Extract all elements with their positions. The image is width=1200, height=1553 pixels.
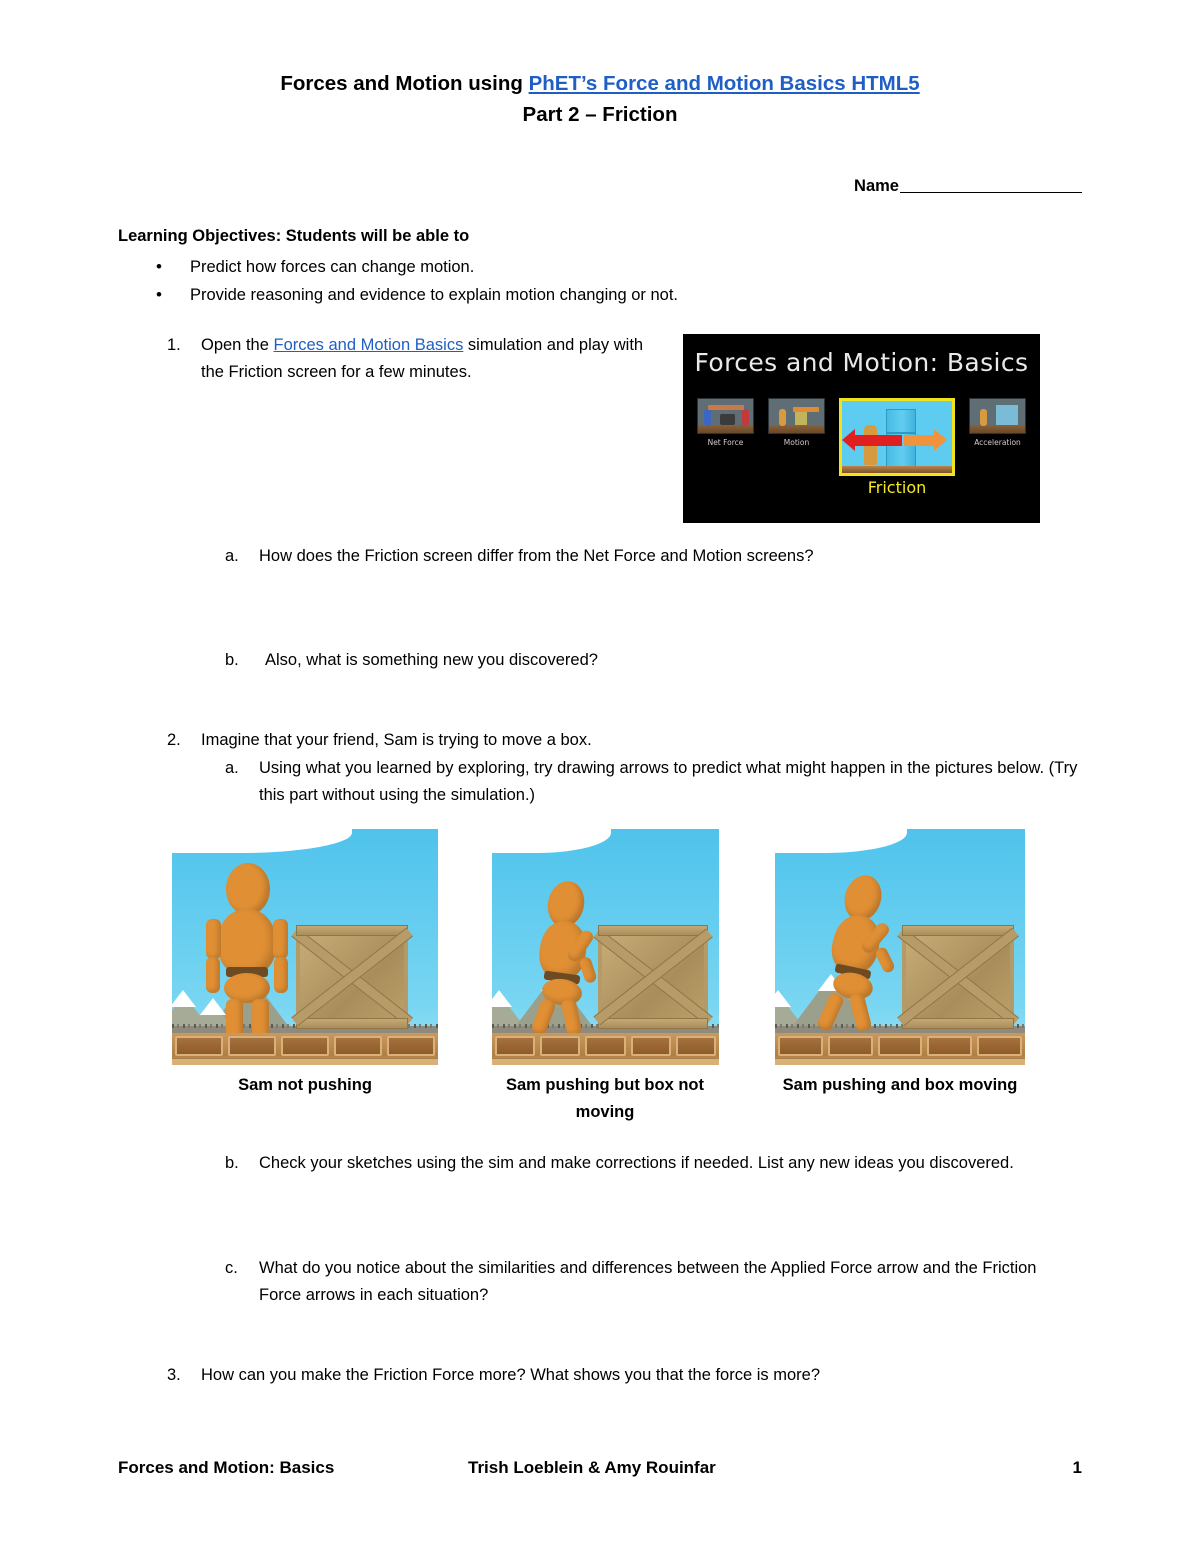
question-marker: b. <box>225 1154 239 1172</box>
scene-caption: Sam not pushing <box>238 1076 372 1094</box>
acceleration-thumb-icon <box>969 398 1026 434</box>
learning-objectives-list: • Predict how forces can change motion. … <box>118 253 1018 309</box>
name-label: Name <box>854 177 899 195</box>
mannequin-figure <box>526 877 610 1037</box>
objective-text: Predict how forces can change motion. <box>190 258 475 276</box>
question-text: How can you make the Friction Force more… <box>201 1366 821 1384</box>
motion-thumb-icon <box>768 398 825 434</box>
screen-icon-acceleration[interactable]: Acceleration <box>969 398 1026 447</box>
question-3: 3. How can you make the Friction Force m… <box>167 1362 1047 1389</box>
crate-object <box>296 925 408 1029</box>
scene-image-sam-pushing-box-not-moving <box>492 829 719 1065</box>
bullet-glyph: • <box>156 285 162 304</box>
question-marker: b. <box>225 651 239 669</box>
question-2c: c. What do you notice about the similari… <box>225 1255 1075 1309</box>
bullet-glyph: • <box>156 257 162 276</box>
learning-objectives-heading: Learning Objectives: Students will be ab… <box>118 227 470 245</box>
question-1a: a. How does the Friction screen differ f… <box>225 543 985 570</box>
phet-thumbnail-title: Forces and Motion: Basics <box>694 348 1029 377</box>
question-2: 2. Imagine that your friend, Sam is tryi… <box>167 727 1067 754</box>
phet-html5-link[interactable]: PhET’s Force and Motion Basics HTML5 <box>529 72 920 95</box>
footer-sim-name: Forces and Motion: Basics <box>118 1458 335 1477</box>
screen-label: Motion <box>783 438 810 447</box>
question-text: What do you notice about the similaritie… <box>259 1259 1037 1304</box>
title-subtitle: Part 2 – Friction <box>522 103 678 126</box>
question-2b: b. Check your sketches using the sim and… <box>225 1150 1065 1177</box>
crate-object <box>902 925 1014 1029</box>
footer-page-number: 1 <box>1072 1458 1082 1477</box>
forces-and-motion-basics-link[interactable]: Forces and Motion Basics <box>273 336 463 354</box>
screen-icon-net-force[interactable]: Net Force <box>697 398 754 447</box>
question-text: How does the Friction screen differ from… <box>259 547 814 565</box>
question-text: Using what you learned by exploring, try… <box>259 759 1078 804</box>
list-item: • Predict how forces can change motion. <box>118 253 1018 281</box>
list-item: • Provide reasoning and evidence to expl… <box>118 281 1018 309</box>
screen-label: Acceleration <box>974 438 1021 447</box>
scene-image-sam-pushing-box-moving <box>775 829 1025 1065</box>
document-page: Forces and Motion using PhET’s Force and… <box>0 0 1200 1553</box>
phet-simulation-thumbnail[interactable]: Forces and Motion: Basics Net Force Moti… <box>683 334 1040 523</box>
question-marker: 3. <box>167 1366 181 1384</box>
crate-object <box>598 925 708 1029</box>
scene-caption: Sam pushing but box not moving <box>506 1076 704 1121</box>
objective-text: Provide reasoning and evidence to explai… <box>190 286 678 304</box>
question-marker: 2. <box>167 731 181 749</box>
question-text: Open the Forces and Motion Basics simula… <box>201 332 647 386</box>
phet-screen-icon-row: Net Force Motion Friction Acceleration <box>697 398 1026 497</box>
scene-caption: Sam pushing and box moving <box>782 1076 1018 1094</box>
q1-text-before: Open the <box>201 336 274 354</box>
question-marker: 1. <box>167 336 181 354</box>
document-title: Forces and Motion using PhET’s Force and… <box>118 68 1082 130</box>
question-marker: c. <box>225 1259 238 1277</box>
name-input-line[interactable] <box>900 192 1082 193</box>
question-marker: a. <box>225 547 239 565</box>
title-prefix: Forces and Motion using <box>280 72 529 95</box>
screen-label: Friction <box>867 478 927 497</box>
mannequin-figure <box>200 863 290 1049</box>
screen-label: Net Force <box>707 438 744 447</box>
question-1b: b. Also, what is something new you disco… <box>225 647 985 674</box>
question-marker: a. <box>225 759 239 777</box>
question-text: Also, what is something new you discover… <box>265 651 598 669</box>
screen-icon-friction[interactable]: Friction <box>839 398 955 497</box>
question-2a: a. Using what you learned by exploring, … <box>225 755 1080 809</box>
question-1: 1. Open the Forces and Motion Basics sim… <box>167 332 647 386</box>
question-text: Check your sketches using the sim and ma… <box>259 1154 1014 1172</box>
footer-authors: Trish Loeblein & Amy Rouinfar <box>468 1458 716 1477</box>
friction-thumb-icon <box>839 398 955 476</box>
scene-image-sam-not-pushing <box>172 829 438 1065</box>
title-line-1: Forces and Motion using PhET’s Force and… <box>118 68 1082 99</box>
screen-icon-motion[interactable]: Motion <box>768 398 825 447</box>
mannequin-figure <box>815 870 907 1033</box>
net-force-thumb-icon <box>697 398 754 434</box>
question-text: Imagine that your friend, Sam is trying … <box>201 731 592 749</box>
scene-image-row <box>172 829 1032 1069</box>
name-field-row: Name <box>118 177 1082 196</box>
